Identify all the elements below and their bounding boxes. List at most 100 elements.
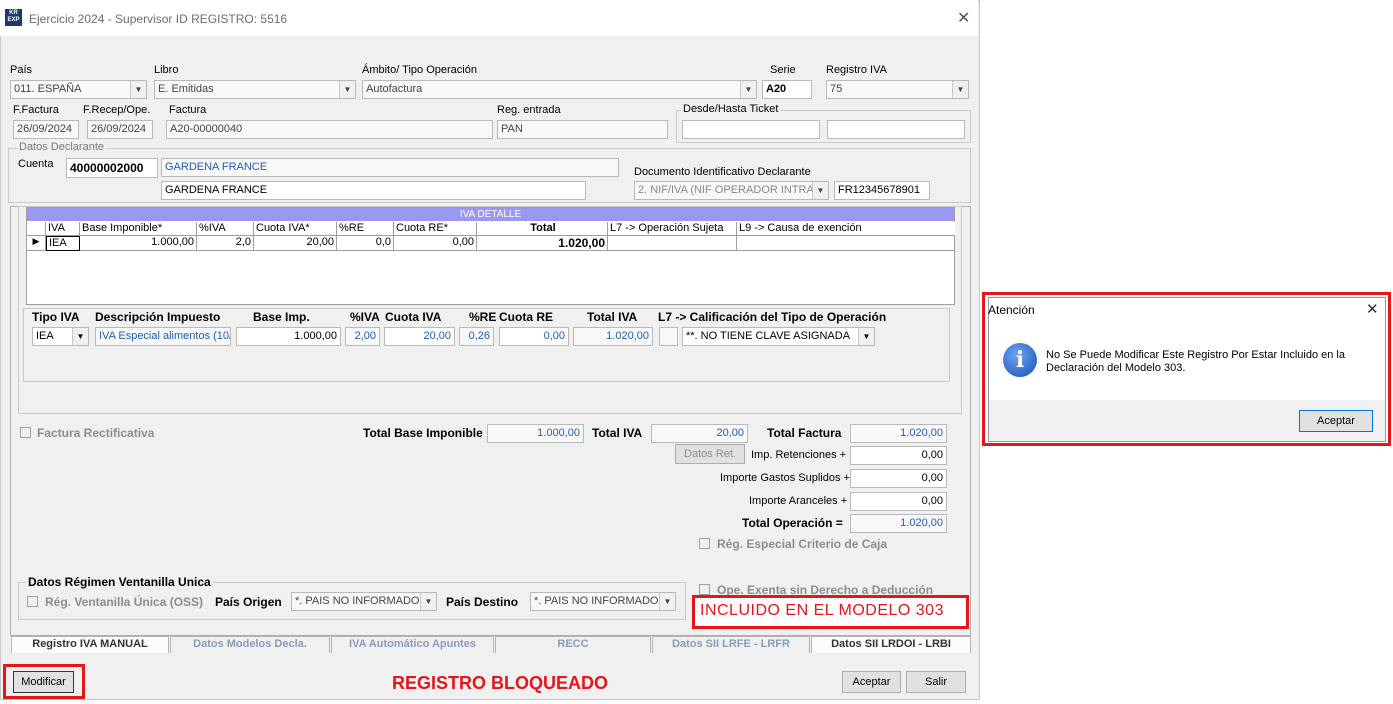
cuota-re-label: Cuota RE xyxy=(499,310,553,324)
cell-iva[interactable]: IEA xyxy=(46,236,80,251)
piva-label: %IVA xyxy=(350,310,380,324)
ffactura-field[interactable]: 26/09/2024 xyxy=(13,120,79,139)
row-indicator-header xyxy=(27,222,46,236)
col-header-pre: %RE xyxy=(337,222,394,236)
calif-code-field xyxy=(659,327,678,346)
col-header-l9: L9 -> Causa de exención xyxy=(737,222,955,236)
criterio-caja-checkbox[interactable] xyxy=(699,538,710,552)
ticket-to-field[interactable] xyxy=(827,120,965,139)
cuota-re-field[interactable]: 0,00 xyxy=(499,327,569,346)
cell-l7[interactable] xyxy=(608,236,737,251)
serie-field[interactable]: A20 xyxy=(762,80,812,99)
suplidos-field[interactable]: 0,00 xyxy=(850,469,947,488)
chevron-down-icon: ▼ xyxy=(72,328,88,345)
dialog-message-line2: Declaración del Modelo 303. xyxy=(1046,362,1186,374)
libro-label: Libro xyxy=(154,64,179,76)
chevron-down-icon: ▼ xyxy=(952,81,968,98)
declarante-group-label: Datos Declarante xyxy=(17,141,106,153)
cell-total[interactable]: 1.020,00 xyxy=(477,236,608,251)
ticket-label: Desde/Hasta Ticket xyxy=(681,103,781,115)
tab-recc[interactable]: RECC xyxy=(495,636,651,653)
pais-origen-label: País Origen xyxy=(215,595,282,609)
cell-pre[interactable]: 0,0 xyxy=(337,236,394,251)
iva-detalle-grid[interactable]: IVA DETALLE IVA Base Imponible* %IVA Cuo… xyxy=(26,207,955,305)
calif-select[interactable]: **. NO TIENE CLAVE ASIGNADA ▼ xyxy=(682,327,875,346)
tab-datos-modelos[interactable]: Datos Modelos Decla. xyxy=(170,636,330,653)
suplidos-label: Importe Gastos Suplidos + xyxy=(720,472,850,484)
cell-cuota[interactable]: 20,00 xyxy=(254,236,337,251)
chevron-down-icon: ▼ xyxy=(812,182,828,199)
ventanilla-group-label: Datos Régimen Ventanilla Unica xyxy=(26,575,213,589)
libro-select[interactable]: E. Emitidas ▼ xyxy=(154,80,356,99)
registro-select[interactable]: 75 ▼ xyxy=(826,80,969,99)
retenciones-label: Imp. Retenciones + xyxy=(751,449,847,461)
chevron-down-icon: ▼ xyxy=(858,328,874,345)
criterio-caja-label: Rég. Especial Criterio de Caja xyxy=(717,537,888,551)
datos-ret-button[interactable]: Datos Ret. xyxy=(675,444,745,464)
chevron-down-icon: ▼ xyxy=(659,593,675,610)
col-header-base: Base Imponible* xyxy=(80,222,197,236)
retenciones-field[interactable]: 0,00 xyxy=(850,446,947,465)
tab-iva-automatico[interactable]: IVA Automático Apuntes xyxy=(331,636,494,653)
chevron-down-icon: ▼ xyxy=(339,81,355,98)
tipo-iva-select[interactable]: IEA ▼ xyxy=(32,327,89,346)
col-header-cuota: Cuota IVA* xyxy=(254,222,337,236)
dialog-message-line1: No Se Puede Modificar Este Registro Por … xyxy=(1046,349,1345,361)
pais-origen-select[interactable]: *. PAIS NO INFORMADO ▼ xyxy=(291,592,437,611)
close-icon[interactable]: ✕ xyxy=(957,8,970,28)
cell-cuotare[interactable]: 0,00 xyxy=(394,236,477,251)
pre-field: 0,26 xyxy=(459,327,494,346)
oss-label: Rég. Ventanilla Única (OSS) xyxy=(45,595,204,609)
doc-type-select[interactable]: 2. NIF/IVA (NIF OPERADOR INTRA ▼ xyxy=(634,181,829,200)
grid-title: IVA DETALLE xyxy=(27,208,954,221)
cuenta-label: Cuenta xyxy=(18,158,54,170)
tab-datos-sii-lrdoi[interactable]: Datos SII LRDOI - LRBI xyxy=(811,636,971,653)
cell-base[interactable]: 1.000,00 xyxy=(80,236,197,251)
rectificativa-label: Factura Rectificativa xyxy=(37,426,155,440)
modificar-button[interactable]: Modificar xyxy=(13,671,74,693)
cuota-iva-label: Cuota IVA xyxy=(385,310,442,324)
salir-button[interactable]: Salir xyxy=(906,671,966,693)
aranceles-field[interactable]: 0,00 xyxy=(850,492,947,511)
frecep-field[interactable]: 26/09/2024 xyxy=(87,120,153,139)
registro-label: Registro IVA xyxy=(826,64,887,76)
app-icon: KR EXP xyxy=(5,9,22,26)
regentrada-field[interactable]: PAN xyxy=(497,120,668,139)
declarante-name-field[interactable]: GARDENA FRANCE xyxy=(161,181,586,200)
pais-destino-select[interactable]: *. PAIS NO INFORMADO ▼ xyxy=(530,592,676,611)
total-iva-sum-field: 20,00 xyxy=(651,424,748,443)
total-base-label: Total Base Imponible xyxy=(363,426,483,440)
dialog-close-icon[interactable]: ✕ xyxy=(1366,300,1379,318)
oss-checkbox[interactable] xyxy=(27,596,38,610)
cuenta-field[interactable]: 40000002000 xyxy=(66,158,158,178)
aceptar-button[interactable]: Aceptar xyxy=(842,671,901,693)
incluido-annotation: INCLUIDO EN EL MODELO 303 xyxy=(700,602,944,619)
ambito-label: Ámbito/ Tipo Operación xyxy=(362,64,477,76)
frecep-label: F.Recep/Ope. xyxy=(83,104,151,116)
col-header-iva: IVA xyxy=(46,222,80,236)
desc-label: Descripción Impuesto xyxy=(95,310,221,324)
rectificativa-checkbox[interactable] xyxy=(20,427,31,441)
tipo-iva-label: Tipo IVA xyxy=(32,310,80,324)
cell-piva[interactable]: 2,0 xyxy=(197,236,254,251)
tab-datos-sii-lrfe[interactable]: Datos SII LRFE - LRFR xyxy=(652,636,810,653)
piva-field: 2,00 xyxy=(345,327,380,346)
base-imp-field[interactable]: 1.000,00 xyxy=(236,327,341,346)
cell-l9[interactable] xyxy=(737,236,955,251)
total-factura-field: 1.020,00 xyxy=(850,424,947,443)
tab-registro-iva-manual[interactable]: Registro IVA MANUAL xyxy=(11,636,169,653)
dialog-ok-button[interactable]: Aceptar xyxy=(1299,410,1373,432)
ticket-from-field[interactable] xyxy=(682,120,820,139)
pais-select[interactable]: 011. ESPAÑA ▼ xyxy=(10,80,147,99)
pre-label: %RE xyxy=(469,310,497,324)
chevron-down-icon: ▼ xyxy=(420,593,436,610)
pais-label: País xyxy=(10,64,33,76)
col-header-cuotare: Cuota RE* xyxy=(394,222,477,236)
factura-field[interactable]: A20-00000040 xyxy=(166,120,493,139)
total-iva-field: 1.020,00 xyxy=(573,327,653,346)
doc-value-field[interactable]: FR12345678901 xyxy=(834,181,930,200)
ambito-select[interactable]: Autofactura ▼ xyxy=(362,80,757,99)
total-base-field: 1.000,00 xyxy=(487,424,584,443)
cuota-iva-field[interactable]: 20,00 xyxy=(384,327,455,346)
regentrada-label: Reg. entrada xyxy=(497,104,561,116)
